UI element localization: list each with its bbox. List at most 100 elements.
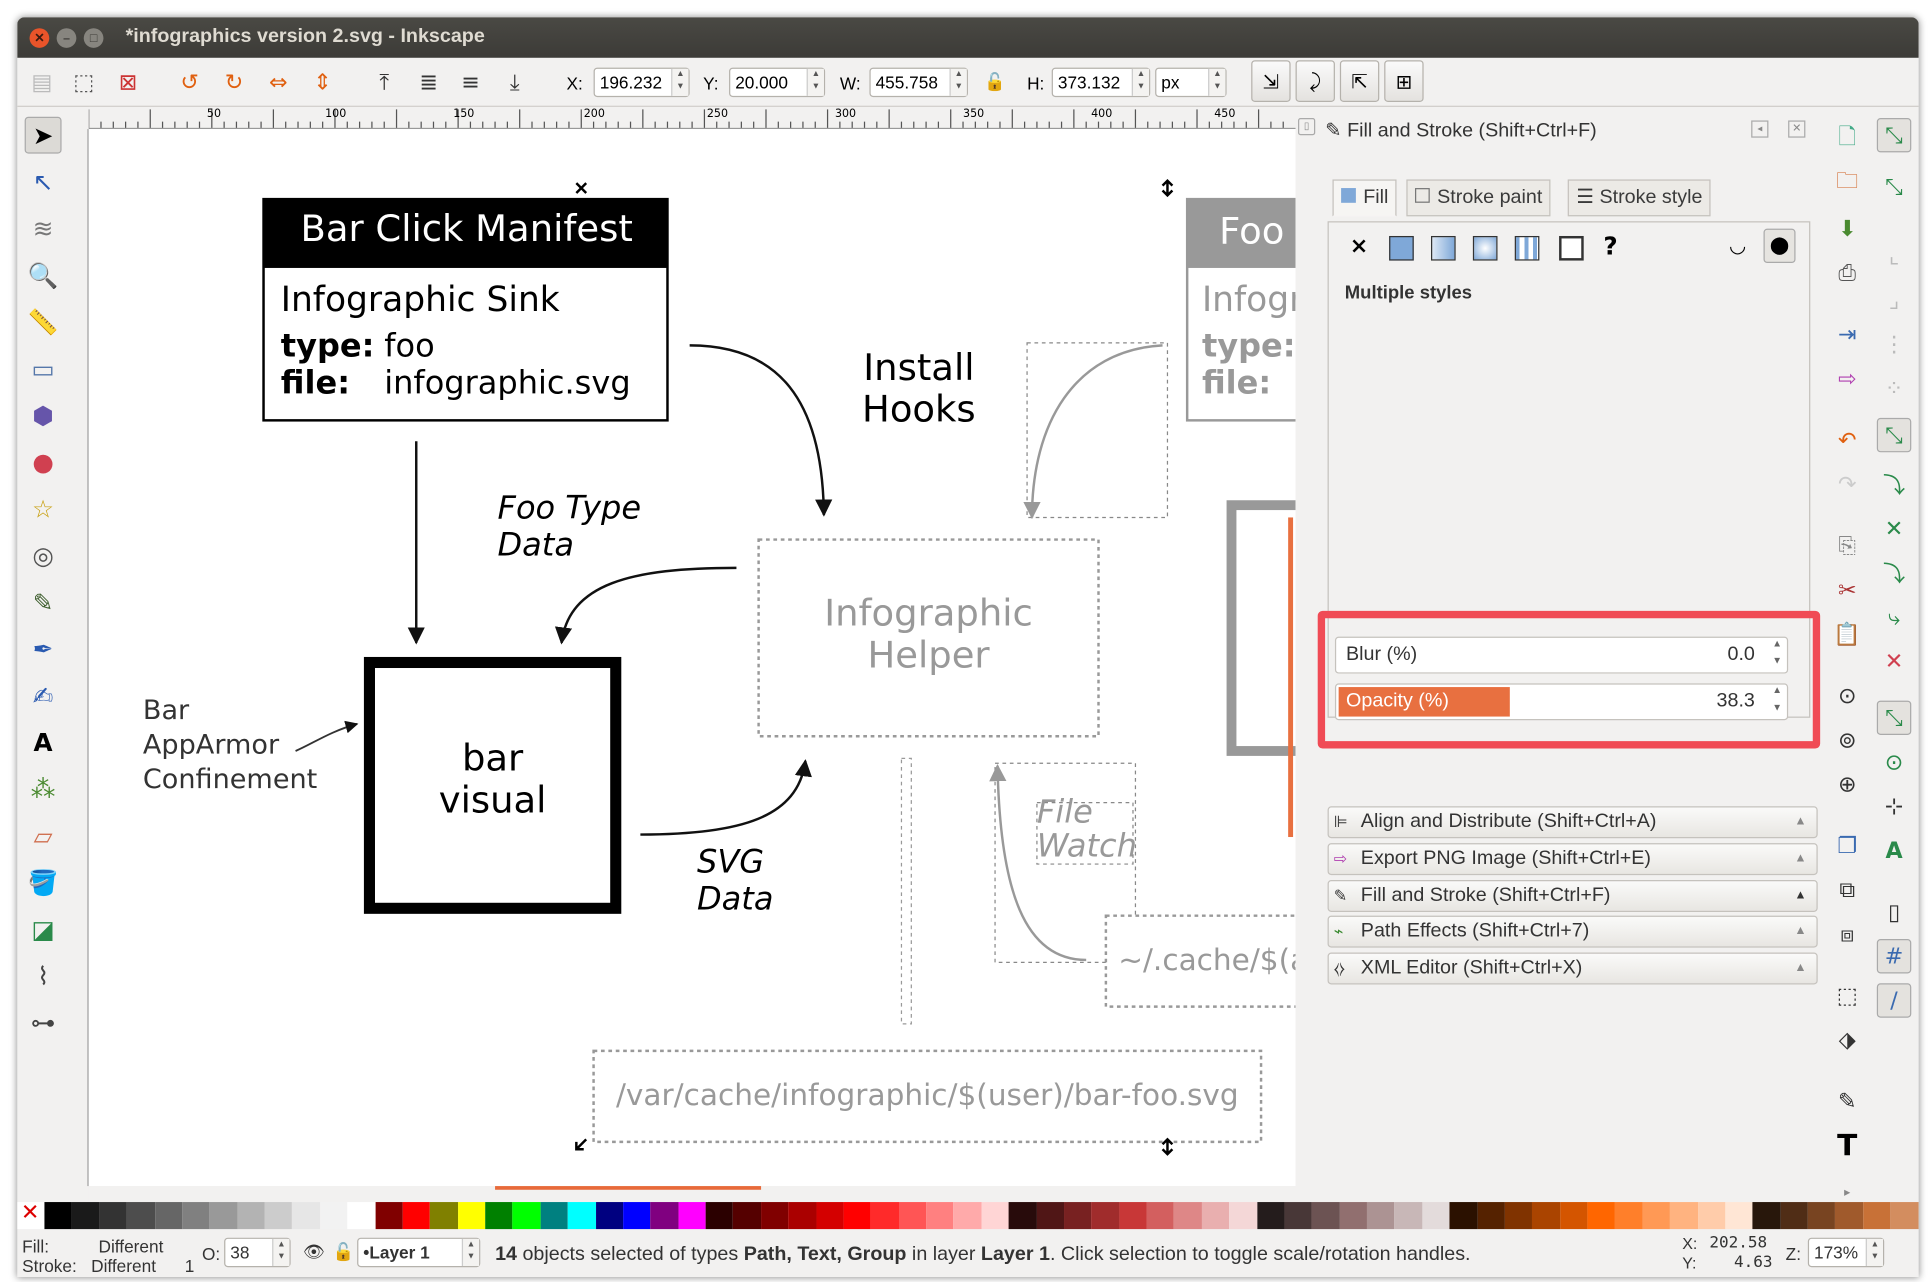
maximize-window-button[interactable]: □ bbox=[83, 28, 104, 48]
resize-handle[interactable] bbox=[575, 1138, 588, 1151]
color-swatch[interactable] bbox=[237, 1202, 265, 1230]
lower-icon[interactable]: ≡ bbox=[456, 68, 486, 97]
color-swatch[interactable] bbox=[319, 1202, 348, 1230]
zoom-page-icon[interactable]: ⊕ bbox=[1830, 767, 1864, 801]
color-swatch[interactable] bbox=[981, 1202, 1009, 1230]
paste-icon[interactable]: 📋 bbox=[1830, 617, 1864, 651]
pattern-button[interactable] bbox=[1559, 235, 1584, 261]
color-swatch[interactable] bbox=[843, 1202, 871, 1230]
rectangle-tool-icon[interactable]: ▭ bbox=[25, 350, 62, 387]
color-swatch[interactable] bbox=[1752, 1202, 1781, 1230]
snap-grid-icon[interactable]: # bbox=[1876, 939, 1912, 974]
lock-icon[interactable]: 🔓 bbox=[333, 1241, 354, 1262]
color-palette[interactable]: ✕ bbox=[17, 1200, 1919, 1230]
color-swatch[interactable] bbox=[1201, 1202, 1230, 1230]
deselect-icon[interactable]: ⊠ bbox=[113, 68, 143, 97]
ellipse-tool-icon[interactable]: ● bbox=[25, 444, 62, 481]
clone-icon[interactable]: ⧉ bbox=[1830, 873, 1864, 907]
color-swatch[interactable] bbox=[44, 1202, 72, 1230]
spin-arrows-icon[interactable]: ▲ ▼ bbox=[461, 1238, 480, 1266]
3d-box-tool-icon[interactable]: ⬢ bbox=[25, 397, 62, 434]
horizontal-scrollbar[interactable] bbox=[88, 1186, 1296, 1204]
color-swatch[interactable] bbox=[1311, 1202, 1340, 1230]
color-swatch[interactable] bbox=[402, 1202, 431, 1230]
color-swatch[interactable] bbox=[1614, 1202, 1643, 1230]
lock-ratio-icon[interactable]: 🔓 bbox=[980, 68, 1010, 97]
close-panel-icon[interactable]: ✕ bbox=[1788, 120, 1806, 138]
export-icon[interactable]: ⇨ bbox=[1830, 361, 1864, 395]
spin-arrows-icon[interactable]: ▲ ▼ bbox=[1865, 1238, 1883, 1266]
w-spinbox[interactable]: 455.758 ▲ ▼ bbox=[869, 67, 968, 98]
color-swatch[interactable] bbox=[1449, 1202, 1478, 1230]
fill-value[interactable]: Different bbox=[99, 1236, 164, 1256]
bucket-tool-icon[interactable]: 🪣 bbox=[25, 864, 62, 901]
new-document-icon[interactable]: 🗋 bbox=[1830, 123, 1864, 157]
drawing-canvas[interactable]: Bar Click Manifest Infographic Sink type… bbox=[88, 129, 1296, 1187]
group-icon[interactable]: ⬚ bbox=[1830, 978, 1864, 1012]
raise-icon[interactable]: ≣ bbox=[414, 68, 444, 97]
ungroup-icon[interactable]: ⬗ bbox=[1830, 1023, 1864, 1057]
color-swatch[interactable] bbox=[595, 1202, 623, 1230]
collapse-icon[interactable]: ▯ bbox=[1298, 117, 1316, 136]
save-icon[interactable]: ⬇ bbox=[1830, 211, 1864, 245]
zoom-tool-icon[interactable]: 🔍 bbox=[25, 257, 62, 294]
snap-guide-icon[interactable]: / bbox=[1876, 983, 1912, 1018]
snap-bbox-mid-icon[interactable]: ⋮ bbox=[1877, 327, 1911, 361]
color-swatch[interactable] bbox=[126, 1202, 155, 1230]
spin-arrows-icon[interactable]: ▲ ▼ bbox=[949, 68, 967, 96]
text-tool-icon[interactable]: A bbox=[25, 724, 62, 761]
color-swatch[interactable] bbox=[1229, 1202, 1257, 1230]
dock-path-effects[interactable]: ⌁ Path Effects (Shift+Ctrl+7) ▲ bbox=[1327, 915, 1818, 948]
color-swatch[interactable] bbox=[1477, 1202, 1505, 1230]
iconify-icon[interactable]: ◂ bbox=[1751, 120, 1769, 138]
move-patterns-toggle[interactable]: ⊞ bbox=[1384, 60, 1424, 103]
dock-export-png[interactable]: ⇨ Export PNG Image (Shift+Ctrl+E) ▲ bbox=[1327, 843, 1818, 876]
color-swatch[interactable] bbox=[154, 1202, 183, 1230]
snap-path-icon[interactable]: ⤵ bbox=[1877, 467, 1911, 501]
zoom-selection-icon[interactable]: ⊙ bbox=[1830, 678, 1864, 712]
calligraphy-tool-icon[interactable]: ✍ bbox=[25, 677, 62, 714]
color-swatch[interactable] bbox=[182, 1202, 210, 1230]
color-swatch[interactable] bbox=[760, 1202, 789, 1230]
color-swatch[interactable] bbox=[1008, 1202, 1037, 1230]
visibility-icon[interactable]: 👁 bbox=[303, 1241, 325, 1262]
snap-cusp-icon[interactable]: ⤵ bbox=[1877, 556, 1911, 590]
eraser-tool-icon[interactable]: ▱ bbox=[25, 817, 62, 854]
dock-fill-stroke[interactable]: ✎ Fill and Stroke (Shift+Ctrl+F) ▲ bbox=[1327, 880, 1818, 912]
color-swatch[interactable] bbox=[457, 1202, 486, 1230]
resize-handle[interactable] bbox=[1161, 1137, 1174, 1156]
print-icon[interactable]: ⎙ bbox=[1830, 256, 1864, 290]
node-tool-icon[interactable]: ↖ bbox=[25, 163, 62, 200]
color-swatch[interactable] bbox=[1146, 1202, 1175, 1230]
open-icon[interactable]: 🗀 bbox=[1830, 167, 1864, 201]
spin-arrows-icon[interactable]: ▲ ▼ bbox=[806, 68, 824, 96]
dock-splitter[interactable]: ▯ bbox=[1298, 116, 1316, 1198]
color-swatch[interactable] bbox=[485, 1202, 513, 1230]
color-swatch[interactable] bbox=[1063, 1202, 1092, 1230]
color-swatch[interactable] bbox=[1807, 1202, 1836, 1230]
spin-arrows-icon[interactable]: ▲ ▼ bbox=[1208, 68, 1226, 96]
color-swatch[interactable] bbox=[1559, 1202, 1588, 1230]
color-swatch[interactable] bbox=[870, 1202, 899, 1230]
cut-icon[interactable]: ✂ bbox=[1830, 573, 1864, 607]
resize-handle[interactable] bbox=[575, 182, 588, 194]
no-color-swatch[interactable]: ✕ bbox=[17, 1200, 45, 1230]
color-swatch[interactable] bbox=[1862, 1202, 1891, 1230]
snap-enable-icon[interactable]: ⤡ bbox=[1876, 117, 1912, 153]
color-swatch[interactable] bbox=[1174, 1202, 1202, 1230]
color-swatch[interactable] bbox=[622, 1202, 651, 1230]
color-swatch[interactable] bbox=[1091, 1202, 1119, 1230]
select-all-layers-icon[interactable]: ⬚ bbox=[69, 68, 99, 97]
snap-smooth-icon[interactable]: ⤷ bbox=[1877, 600, 1911, 634]
spin-arrows-icon[interactable]: ▲ ▼ bbox=[671, 68, 689, 96]
color-swatch[interactable] bbox=[898, 1202, 927, 1230]
snap-bbox-icon[interactable]: ⤡ bbox=[1877, 170, 1911, 204]
color-swatch[interactable] bbox=[788, 1202, 816, 1230]
radial-gradient-button[interactable] bbox=[1472, 235, 1498, 261]
snap-bbox-edge-icon[interactable]: ⌞ bbox=[1877, 238, 1911, 272]
move-gradients-toggle[interactable]: ⇱ bbox=[1339, 60, 1380, 103]
mesh-gradient-button[interactable] bbox=[1514, 235, 1540, 261]
color-swatch[interactable] bbox=[430, 1202, 458, 1230]
color-swatch[interactable] bbox=[374, 1202, 403, 1230]
snap-intersection-icon[interactable]: ✕ bbox=[1877, 511, 1911, 545]
